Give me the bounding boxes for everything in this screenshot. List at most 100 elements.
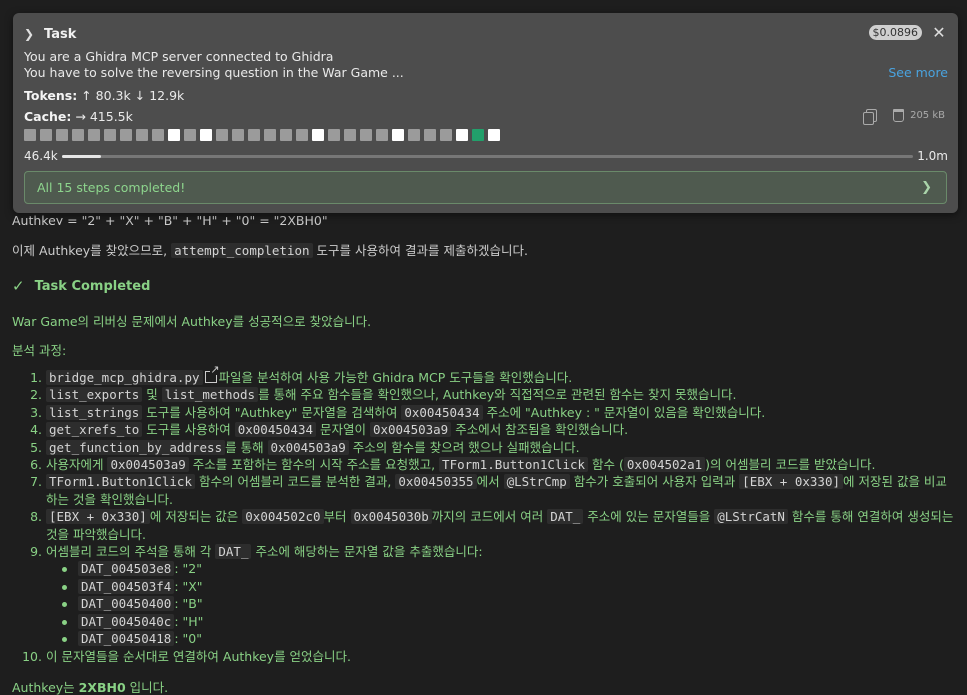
step-text: )의 어셈블리 코드를 받았습니다.: [705, 457, 876, 473]
step-indicator[interactable]: [264, 129, 276, 141]
context-progress-fill: [61, 154, 101, 158]
inline-code: 0x00450355: [395, 474, 477, 490]
step-text: 함수가 호출되어 사용자 입력과: [569, 474, 740, 490]
step-indicator[interactable]: [360, 129, 372, 141]
copy-icon[interactable]: [863, 109, 878, 125]
context-max: 1.0m: [917, 149, 948, 163]
completion-summary: War Game의 리버싱 문제에서 Authkey를 성공적으로 찾았습니다.: [12, 314, 372, 329]
step-text: 를 통해 주요 함수들을 확인했으나, Authkey와 직접적으로 관련된 함…: [258, 387, 737, 403]
step-indicator[interactable]: [56, 129, 68, 141]
tokens-in: ↑ 80.3k: [81, 88, 131, 103]
dat-address: DAT_00450400: [78, 596, 175, 612]
step-number: 7.: [30, 474, 42, 490]
step-indicator[interactable]: [120, 129, 132, 141]
step-indicator[interactable]: [280, 129, 292, 141]
step-indicator[interactable]: [472, 129, 484, 141]
step-indicator[interactable]: [248, 129, 260, 141]
cache-size: 205 kB: [910, 110, 945, 121]
step-indicator[interactable]: [424, 129, 436, 141]
step-text: 파일을 분석하여 사용 가능한 Ghidra MCP 도구들을 확인했습니다.: [218, 370, 573, 385]
chevron-right-icon[interactable]: ❯: [921, 180, 932, 195]
step-text: 이 문자열들을 순서대로 연결하여 Authkey를 얻었습니다.: [46, 648, 352, 664]
process-step: 5. get_function_by_address 를 통해 0x004503a9…: [20, 439, 955, 456]
answer-prefix: Authkey는: [12, 680, 79, 695]
step-indicator[interactable]: [24, 129, 36, 141]
step-indicator[interactable]: [168, 129, 180, 141]
process-step: 1. bridge_mcp_ghidra.py 파일을 분석하여 사용 가능한 Gh…: [20, 365, 955, 386]
cache-value: → 415.5k: [75, 109, 133, 124]
step-text: 부터: [323, 509, 351, 525]
inline-code: get_xrefs_to: [46, 422, 143, 438]
dat-value: : "X": [174, 578, 203, 594]
dat-value: : "B": [174, 596, 203, 612]
tokens-out: ↓ 12.9k: [134, 88, 185, 103]
step-indicator[interactable]: [312, 129, 324, 141]
process-step: 8. [EBX + 0x330] 에 저장되는 값은 0x004502c0 부터 0x…: [20, 508, 955, 543]
step-indicator[interactable]: [392, 129, 404, 141]
assistant-message: 이제 Authkey를 찾았으므로, attempt_completion 도구…: [12, 240, 528, 259]
steps-completed-text: All 15 steps completed!: [37, 180, 186, 195]
see-more-link[interactable]: See more: [888, 65, 948, 80]
step-indicator[interactable]: [456, 129, 468, 141]
step-indicator[interactable]: [88, 129, 100, 141]
step-text: 문자열이: [316, 422, 370, 438]
task-title: Task: [44, 26, 77, 42]
chevron-down-icon[interactable]: ❯: [24, 27, 38, 41]
steps-completed-banner[interactable]: All 15 steps completed! ❯: [24, 171, 947, 204]
step-indicator[interactable]: [328, 129, 340, 141]
process-step: 10. 이 문자열들을 순서대로 연결하여 Authkey를 얻었습니다.: [20, 648, 955, 665]
dat-value: : "H": [174, 613, 204, 629]
trash-icon[interactable]: [893, 109, 905, 122]
intro-text-1: 이제 Authkey를 찾았으므로,: [12, 243, 172, 258]
answer-suffix: 입니다.: [125, 680, 169, 695]
close-icon[interactable]: ✕: [931, 23, 947, 42]
inline-code: DAT_: [215, 544, 252, 560]
external-link-icon[interactable]: [204, 365, 220, 383]
step-text: 까지의 코드에서 여러: [431, 509, 548, 525]
step-indicator[interactable]: [440, 129, 452, 141]
step-indicator[interactable]: [344, 129, 356, 141]
dat-value-item: DAT_00450400: "B": [20, 595, 955, 612]
inline-code: 0x004503a9: [369, 422, 452, 438]
context-used: 46.4k: [24, 149, 58, 163]
process-steps-list: 1. bridge_mcp_ghidra.py 파일을 분석하여 사용 가능한 Gh…: [20, 365, 955, 665]
intro-text-2: 도구를 사용하여 결과를 제출하겠습니다.: [312, 243, 528, 258]
task-header[interactable]: ❯ Task $0.0896 ✕: [24, 23, 947, 44]
inline-code: 0x0045030b: [350, 509, 432, 525]
dat-value-item: DAT_0045040c: "H": [20, 613, 955, 630]
inline-code: list_exports: [46, 387, 143, 403]
step-indicator[interactable]: [152, 129, 164, 141]
step-indicator[interactable]: [216, 129, 228, 141]
step-number: 9.: [30, 544, 42, 560]
step-text: 함수 (: [588, 457, 624, 473]
step-indicator[interactable]: [232, 129, 244, 141]
step-indicator[interactable]: [408, 129, 420, 141]
step-text: 주소에 "Authkey : " 문자열이 있음을 확인했습니다.: [482, 404, 766, 420]
step-indicator[interactable]: [184, 129, 196, 141]
dat-value-item: DAT_004503f4: "X": [20, 578, 955, 595]
step-indicator[interactable]: [296, 129, 308, 141]
step-indicator[interactable]: [200, 129, 212, 141]
step-number: 4.: [30, 422, 42, 438]
step-indicator[interactable]: [136, 129, 148, 141]
inline-code: 0x00450434: [234, 422, 316, 438]
step-text: 주소에서 참조됨을 확인했습니다.: [451, 422, 629, 438]
step-indicator[interactable]: [72, 129, 84, 141]
step-text: 에서: [476, 474, 504, 490]
step-text: 주소의 함수를 찾으려 했으나 실패했습니다.: [348, 439, 580, 455]
step-indicator[interactable]: [488, 129, 500, 141]
inline-code: 0x004503a9: [267, 439, 349, 455]
process-step: 2. list_exports 및 list_methods 를 통해 주요 함수들…: [20, 386, 955, 403]
step-indicator[interactable]: [376, 129, 388, 141]
step-number: 3.: [30, 404, 42, 420]
dat-value-item: DAT_004503e8: "2": [20, 560, 955, 577]
step-indicator[interactable]: [40, 129, 52, 141]
step-indicator[interactable]: [104, 129, 116, 141]
tokens-label: Tokens:: [24, 88, 78, 103]
dat-address: DAT_004503e8: [78, 561, 175, 577]
step-indicators: [24, 129, 500, 141]
task-card: ❯ Task $0.0896 ✕ You are a Ghidra MCP se…: [13, 13, 958, 213]
inline-code: TForm1.Button1Click: [46, 474, 195, 490]
dat-value: : "0": [174, 631, 202, 647]
step-text: 도구를 사용하여 "Authkey" 문자열을 검색하여: [142, 404, 402, 420]
